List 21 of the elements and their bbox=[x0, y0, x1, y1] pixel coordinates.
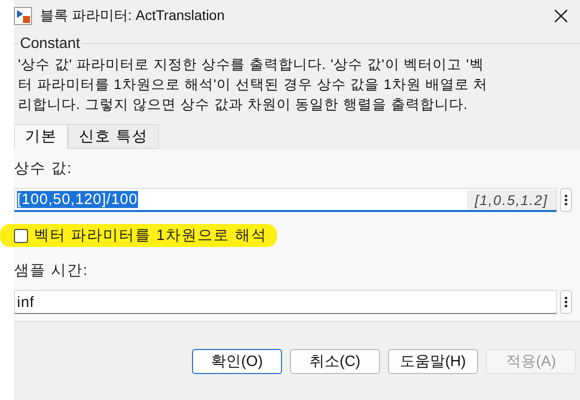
dialog-button[interactable]: 확인(O) bbox=[192, 349, 282, 374]
window-title: 블록 파라미터: ActTranslation bbox=[40, 6, 226, 24]
field-label: 상수 값: bbox=[14, 159, 74, 178]
block-description: '상수 값' 파라미터로 지정한 상수를 출력합니다. '상수 값'이 벡터이고 '벡터 파라미터를 1차원으로 해석'이 선택된 경우 상수 값을 1차원 배열로 처리합니다. 그렇지 않으면 상수 값과 차원이 동일한 행렬을 출력합니다. bbox=[18, 55, 489, 114]
tab[interactable]: 신호 특성 bbox=[68, 124, 160, 149]
more-button[interactable] bbox=[560, 290, 572, 314]
more-icon bbox=[564, 194, 568, 206]
dialog-button[interactable]: 도움말(H) bbox=[388, 349, 478, 374]
field-label: 샘플 시간: bbox=[14, 261, 90, 280]
more-button[interactable] bbox=[560, 188, 572, 212]
group-title: Constant bbox=[19, 35, 82, 52]
input-field[interactable]: inf bbox=[14, 290, 557, 314]
checkbox[interactable] bbox=[14, 228, 28, 242]
more-icon bbox=[564, 296, 568, 308]
checkbox-label: 벡터 파라미터를 1차원으로 해석 bbox=[34, 226, 267, 245]
value-hint: [1,0.5,1.2] bbox=[466, 190, 556, 210]
close-icon[interactable] bbox=[554, 8, 568, 22]
input-field[interactable]: [100,50,120]/100 [1,0.5,1.2] bbox=[14, 188, 557, 212]
block-icon bbox=[14, 6, 32, 24]
dialog-button[interactable]: 취소(C) bbox=[290, 349, 380, 374]
tab[interactable]: 기본 bbox=[14, 124, 68, 149]
